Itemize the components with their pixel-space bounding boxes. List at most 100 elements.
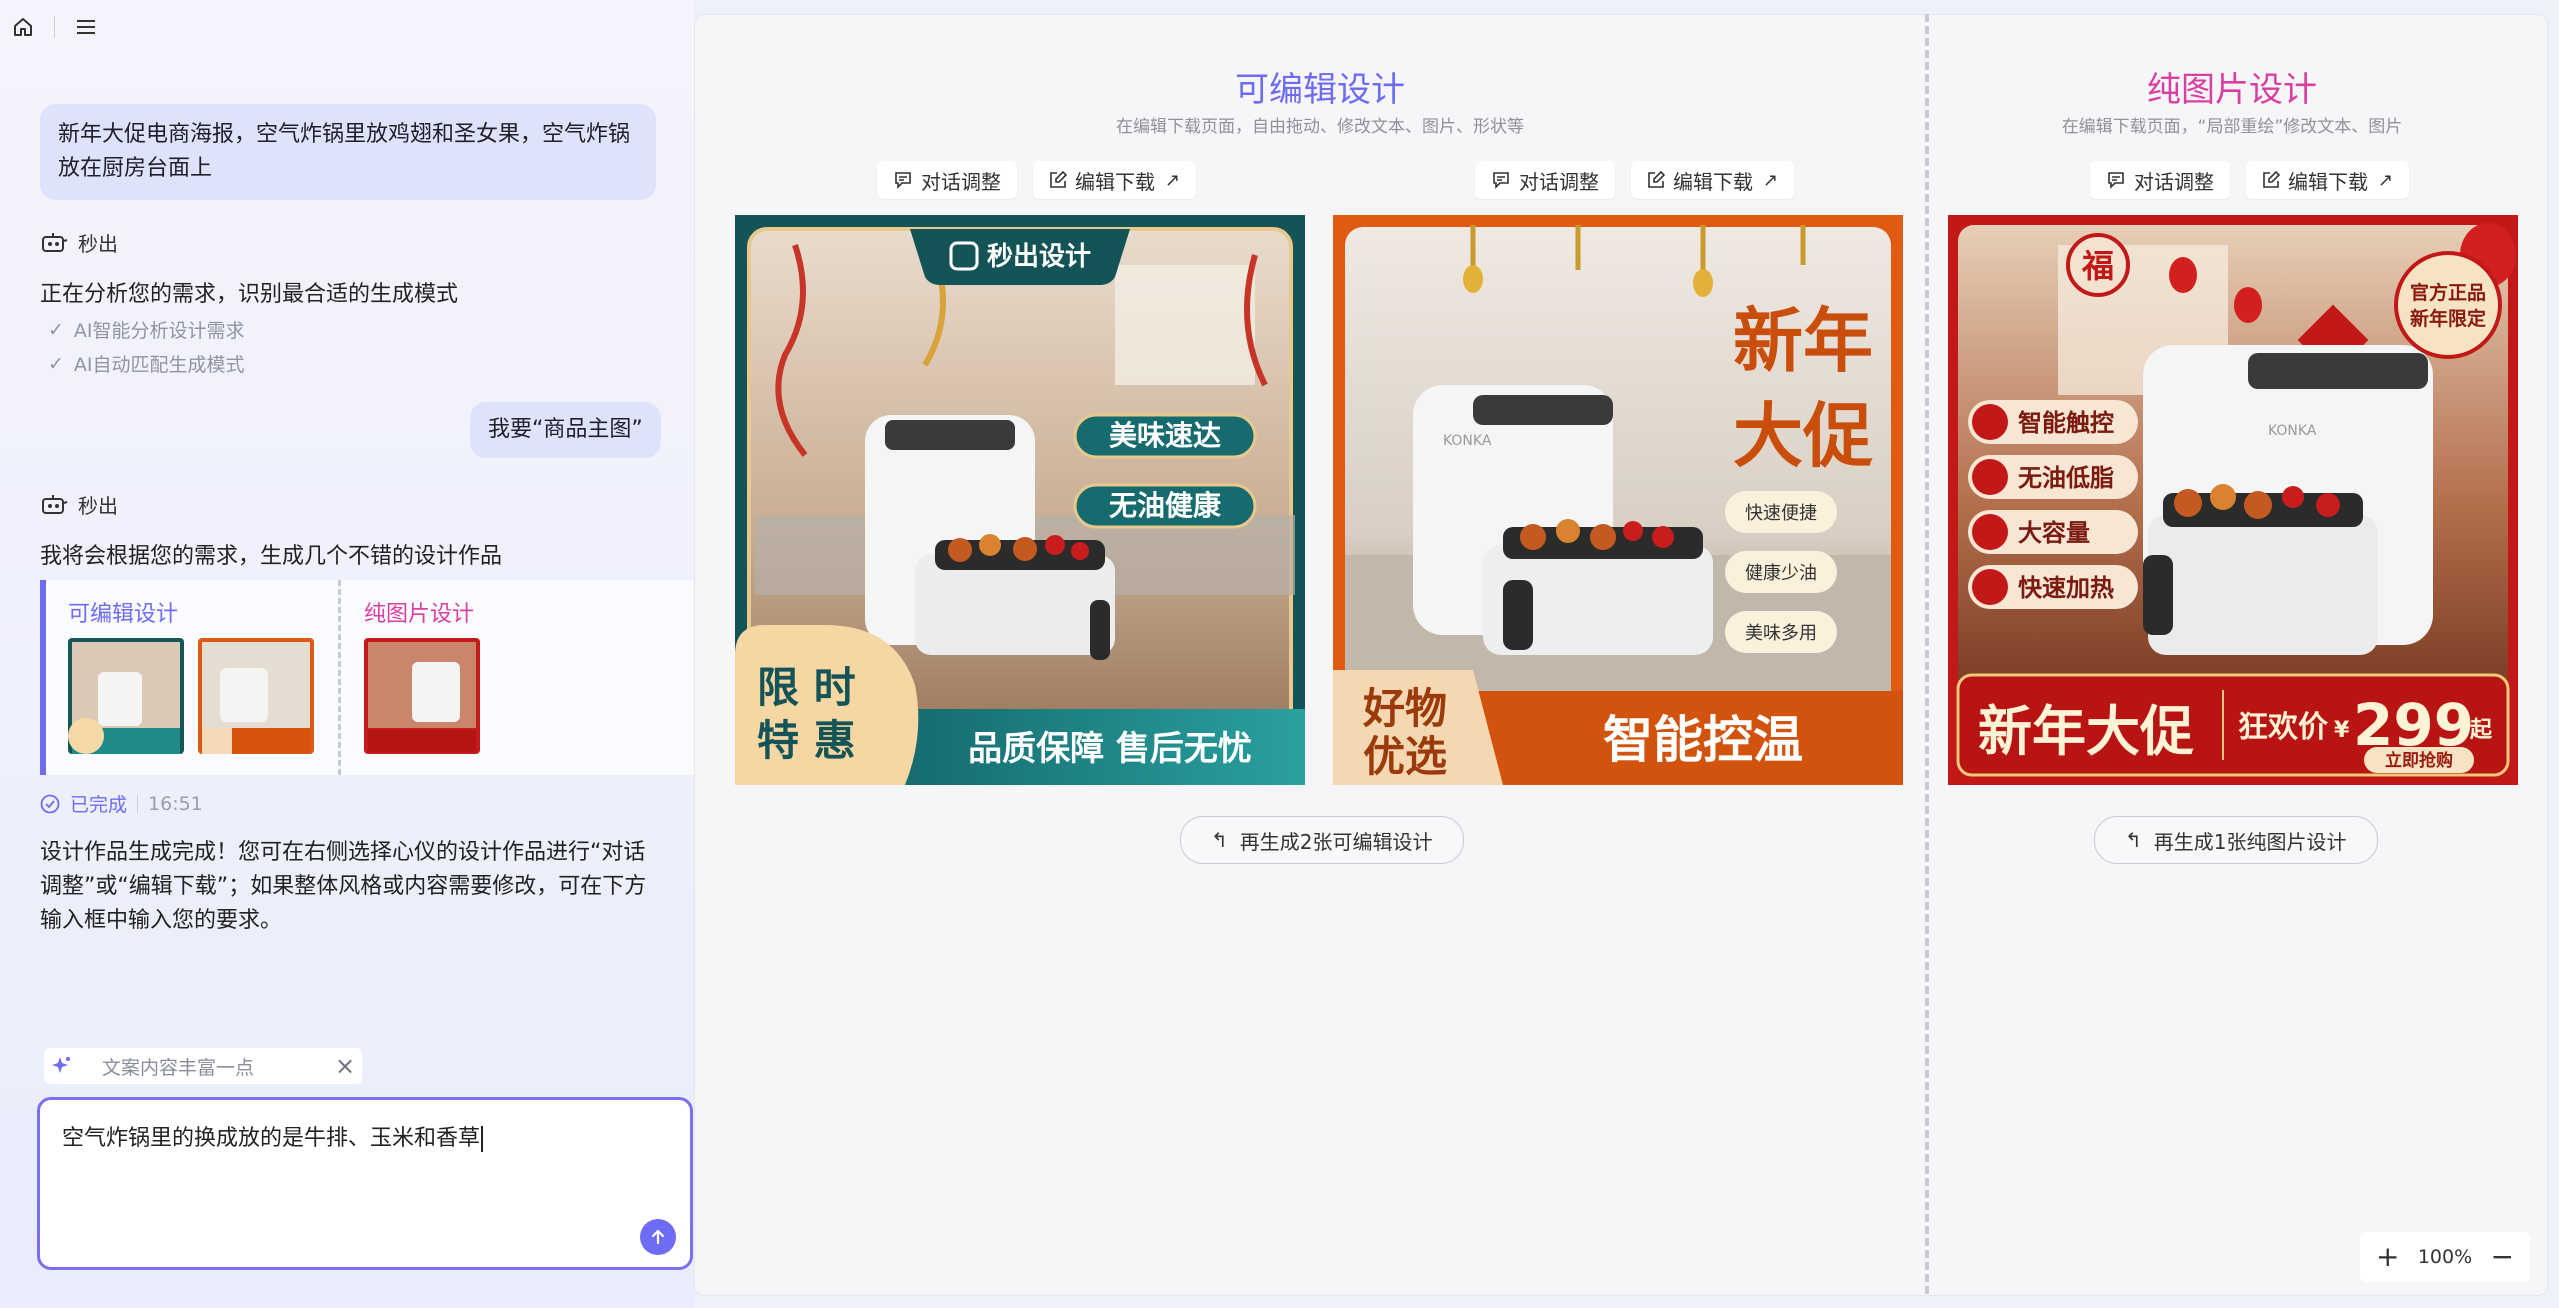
section-subtitle-image: 在编辑下载页面，“局部重绘”修改文本、图片 [2061,117,2403,137]
section-title-image: 纯图片设计 [2147,70,2317,110]
send-button[interactable] [640,1219,676,1255]
poster-cta-text: 立即抢购 [2385,750,2453,771]
bot-header: 秒出 [40,228,118,257]
regen-editable-button[interactable]: ↰ 再生成2张可编辑设计 [1180,816,1464,864]
poster-brand-text: KONKA [2268,423,2317,439]
poster-brand-text: KONKA [1443,433,1492,449]
poster-headline: 新年 [1733,300,1873,382]
poster-corner-text: 优选 [1363,732,1447,781]
poster-price-suffix: 起 [2469,718,2493,743]
poster-pill: 快速便捷 [1745,503,1817,524]
poster-bottom-text: 品质保障 售后无忧 [968,729,1252,769]
poster-fu-text: 福 [2081,247,2114,285]
thumb-editable-1[interactable] [68,638,184,754]
thumb-image-1[interactable] [364,638,480,754]
poster-currency: ¥ [2334,718,2350,743]
edit-icon [2263,171,2280,188]
edit-download-button[interactable]: 编辑下载 ↗ [2246,161,2410,199]
user-message: 新年大促电商海报，空气炸锅里放鸡翅和圣女果，空气炸锅放在厨房台面上 [40,104,656,200]
bot-name: 秒出 [78,494,118,518]
user-message: 我要“商品主图” [470,402,661,458]
poster-tag: 美味速达 [1109,419,1221,452]
poster-pill: 美味多用 [1745,623,1817,644]
robot-icon [42,494,68,514]
external-link-icon: ↗ [1165,169,1181,191]
home-icon[interactable] [10,14,36,40]
check-icon: ✓ [48,318,64,341]
zoom-in-button[interactable]: + [2376,1243,2399,1271]
poster-promo-text: 限 时 [757,663,856,712]
bot-name: 秒出 [78,232,118,256]
check-circle-icon [40,794,60,813]
chat-adjust-button[interactable]: 对话调整 [2090,161,2230,199]
status-time: 16:51 [148,792,203,815]
bot-message: 我将会根据您的需求，生成几个不错的设计作品 [40,544,503,569]
edit-icon [1050,171,1067,188]
poster-tag: 无油健康 [1109,489,1222,522]
image-design-label[interactable]: 纯图片设计 [364,596,474,628]
zoom-level: 100% [2417,1246,2473,1268]
check-item: ✓ AI智能分析设计需求 [48,318,245,343]
chat-input-text[interactable]: 空气炸锅里的换成放的是牛排、玉米和香草 [62,1120,484,1152]
suggestion-chip-text[interactable]: 文案内容丰富一点 [80,1053,328,1080]
card-divider [338,580,341,775]
top-toolbar [10,12,99,42]
poster-2-toolbar: 对话调整 编辑下载 ↗ [1475,161,1795,199]
bot-final-message: 设计作品生成完成！您可在右侧选择心仪的设计作品进行“对话调整”或“编辑下载”；如… [40,840,647,933]
poster-bottom-text: 智能控温 [1603,711,1803,769]
return-arrow-icon: ↰ [1211,828,1228,852]
zoom-control: + 100% − [2360,1232,2530,1282]
check-item: ✓ AI自动匹配生成模式 [48,352,245,377]
edit-download-button[interactable]: 编辑下载 ↗ [1631,161,1795,199]
poster-editable-2[interactable]: KONKA 新年 大促 快速便捷 健康少油 美味多用 好物 优选 智能控温 [1333,215,1903,785]
regen-image-button[interactable]: ↰ 再生成1张纯图片设计 [2094,816,2378,864]
poster-logo-text: 秒出设计 [987,242,1091,272]
zoom-out-button[interactable]: − [2491,1243,2514,1271]
poster-pill: 健康少油 [1745,563,1817,584]
status-divider [137,794,139,813]
chat-adjust-button[interactable]: 对话调整 [1475,161,1615,199]
menu-icon[interactable] [73,14,99,40]
text-caret [481,1126,484,1152]
poster-promo-text: 特 惠 [757,716,856,765]
edit-download-button[interactable]: 编辑下载 ↗ [1033,161,1197,199]
poster-price-label: 狂欢价 [2238,710,2328,745]
check-icon: ✓ [48,352,64,375]
sparkle-icon [44,1055,80,1077]
feature-item: 无油低脂 [2018,464,2114,492]
chat-panel: 新年大促电商海报，空气炸锅里放鸡翅和圣女果，空气炸锅放在厨房台面上 秒出 正在分… [0,0,695,1308]
poster-badge-text: 官方正品 [2410,281,2486,304]
toolbar-divider [54,16,55,38]
bot-header: 秒出 [40,490,118,519]
external-link-icon: ↗ [2378,169,2394,191]
section-subtitle-editable: 在编辑下载页面，自由拖动、修改文本、图片、形状等 [1116,117,1524,137]
section-divider [1925,14,1929,1294]
chat-adjust-button[interactable]: 对话调整 [877,161,1017,199]
poster-3-toolbar: 对话调整 编辑下载 ↗ [2090,161,2410,199]
editable-design-label[interactable]: 可编辑设计 [68,596,178,628]
close-icon[interactable]: × [328,1052,362,1080]
return-arrow-icon: ↰ [2125,828,2142,852]
feature-item: 智能触控 [2018,409,2114,437]
status-done: 已完成 [70,794,128,816]
feature-item: 快速加热 [2018,574,2114,602]
chat-input[interactable]: 空气炸锅里的换成放的是牛排、玉米和香草 [37,1097,693,1270]
status-row: 已完成 16:51 [40,790,203,817]
chat-edit-icon [1493,172,1509,189]
section-title-editable: 可编辑设计 [1235,70,1405,110]
arrow-up-icon [651,1229,665,1245]
poster-editable-1[interactable]: 秒出设计 美味速达 无油健康 品质保障 售后无忧 限 时 特 惠 [735,215,1305,785]
edit-icon [1648,171,1665,188]
chat-edit-icon [895,172,911,189]
thumb-editable-2[interactable] [198,638,314,754]
poster-banner-text: 新年大促 [1978,700,2194,763]
feature-item: 大容量 [2018,519,2090,547]
robot-icon [42,232,68,252]
poster-1-toolbar: 对话调整 编辑下载 ↗ [877,161,1197,199]
poster-headline: 大促 [1733,395,1873,477]
suggestion-chip[interactable]: 文案内容丰富一点 × [44,1048,362,1084]
bot-message: 正在分析您的需求，识别最合适的生成模式 [40,282,459,307]
chat-edit-icon [2108,172,2124,189]
generation-result-card[interactable]: 可编辑设计 纯图片设计 [40,580,695,775]
poster-image-1[interactable]: 福 KONKA 官方正品 新年限定 智能触控 无油低脂 大容量 快速加热 新年大… [1948,215,2518,785]
